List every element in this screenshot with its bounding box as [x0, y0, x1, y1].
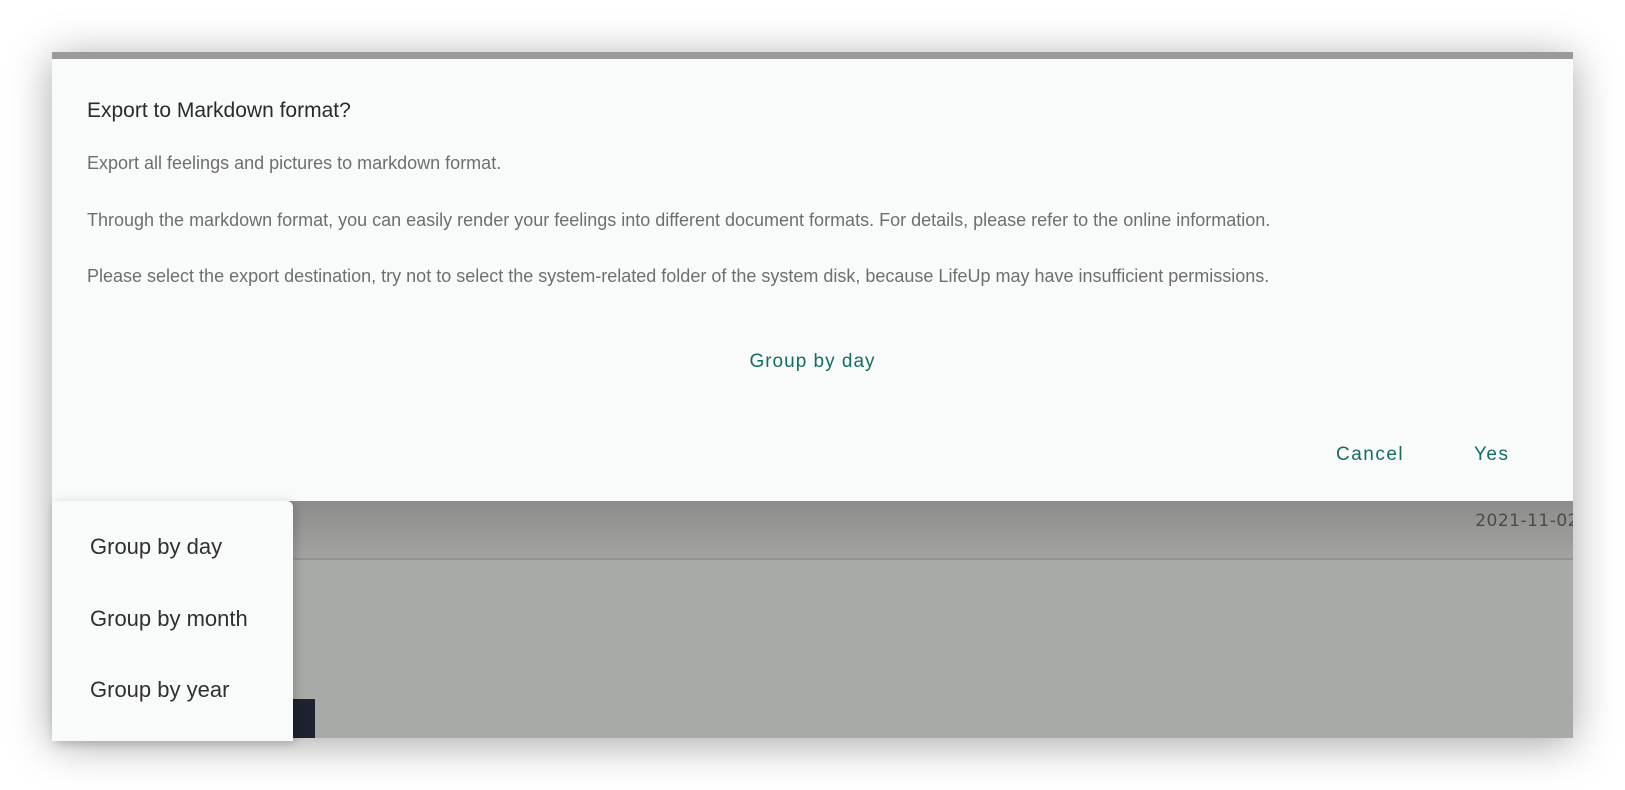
export-dialog: Export to Markdown format? Export all fe…	[52, 59, 1573, 501]
yes-button[interactable]: Yes	[1474, 444, 1510, 466]
entry-date: 2021-11-02	[1475, 511, 1573, 531]
dialog-text: Through the markdown format, you can eas…	[87, 210, 1271, 230]
background-image-thumbnail	[293, 699, 315, 738]
cancel-button[interactable]: Cancel	[1336, 444, 1404, 466]
group-by-menu: Group by day Group by month Group by yea…	[52, 501, 293, 741]
dialog-text: Please select the export destination, tr…	[87, 266, 1270, 286]
dialog-text: Export all feelings and pictures to mark…	[87, 153, 502, 173]
dialog-title: Export to Markdown format?	[87, 99, 351, 122]
group-by-selector[interactable]: Group by day	[52, 351, 1573, 373]
menu-item-group-by-month[interactable]: Group by month	[90, 606, 248, 632]
menu-item-group-by-year[interactable]: Group by year	[90, 677, 229, 703]
menu-item-group-by-day[interactable]: Group by day	[90, 534, 222, 560]
